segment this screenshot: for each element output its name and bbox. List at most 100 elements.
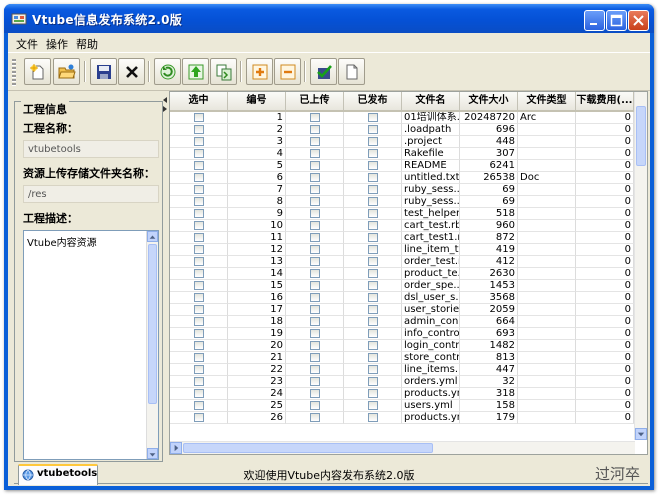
maximize-button[interactable] xyxy=(606,10,627,31)
select-checkbox[interactable] xyxy=(193,197,204,206)
published-checkbox[interactable] xyxy=(367,149,378,158)
uploaded-checkbox[interactable] xyxy=(309,293,320,302)
folder-name-field[interactable]: /res xyxy=(23,185,159,203)
table-hscroll-thumb[interactable] xyxy=(183,443,433,453)
scroll-down-button[interactable] xyxy=(147,448,158,459)
uploaded-checkbox[interactable] xyxy=(309,341,320,350)
uploaded-checkbox[interactable] xyxy=(309,401,320,410)
select-checkbox[interactable] xyxy=(193,269,204,278)
published-checkbox[interactable] xyxy=(367,401,378,410)
select-checkbox[interactable] xyxy=(193,209,204,218)
uploaded-checkbox[interactable] xyxy=(309,281,320,290)
select-checkbox[interactable] xyxy=(193,221,204,230)
project-name-field[interactable]: vtubetools xyxy=(23,140,159,158)
published-checkbox[interactable] xyxy=(367,257,378,266)
select-checkbox[interactable] xyxy=(193,173,204,182)
table-scroll-right-button[interactable] xyxy=(170,442,182,454)
select-checkbox[interactable] xyxy=(193,329,204,338)
uploaded-checkbox[interactable] xyxy=(309,149,320,158)
published-checkbox[interactable] xyxy=(367,269,378,278)
select-checkbox[interactable] xyxy=(193,161,204,170)
table-scroll-down-button[interactable] xyxy=(635,428,647,440)
remove-button[interactable] xyxy=(274,58,301,85)
uploaded-checkbox[interactable] xyxy=(309,197,320,206)
uploaded-checkbox[interactable] xyxy=(309,317,320,326)
select-checkbox[interactable] xyxy=(193,149,204,158)
published-checkbox[interactable] xyxy=(367,281,378,290)
select-checkbox[interactable] xyxy=(193,125,204,134)
project-desc-textarea[interactable]: Vtube内容资源 xyxy=(23,230,159,460)
uploaded-checkbox[interactable] xyxy=(309,221,320,230)
select-checkbox[interactable] xyxy=(193,377,204,386)
uploaded-checkbox[interactable] xyxy=(309,233,320,242)
toolbar-grip[interactable] xyxy=(12,59,16,86)
published-checkbox[interactable] xyxy=(367,125,378,134)
column-header[interactable]: 文件名 xyxy=(402,92,460,112)
title-bar[interactable]: Vtube信息发布系统2.0版 xyxy=(4,4,654,33)
published-checkbox[interactable] xyxy=(367,137,378,146)
select-checkbox[interactable] xyxy=(193,341,204,350)
scroll-up-button[interactable] xyxy=(147,231,158,242)
published-checkbox[interactable] xyxy=(367,173,378,182)
select-checkbox[interactable] xyxy=(193,305,204,314)
select-checkbox[interactable] xyxy=(193,365,204,374)
published-checkbox[interactable] xyxy=(367,293,378,302)
published-checkbox[interactable] xyxy=(367,329,378,338)
uploaded-checkbox[interactable] xyxy=(309,353,320,362)
uploaded-checkbox[interactable] xyxy=(309,329,320,338)
published-checkbox[interactable] xyxy=(367,113,378,122)
published-checkbox[interactable] xyxy=(367,389,378,398)
published-checkbox[interactable] xyxy=(367,209,378,218)
upload-button[interactable] xyxy=(182,58,209,85)
select-checkbox[interactable] xyxy=(193,293,204,302)
select-checkbox[interactable] xyxy=(193,245,204,254)
open-folder-button[interactable] xyxy=(53,58,80,85)
published-checkbox[interactable] xyxy=(367,365,378,374)
check-button[interactable] xyxy=(310,58,337,85)
select-checkbox[interactable] xyxy=(193,281,204,290)
uploaded-checkbox[interactable] xyxy=(309,185,320,194)
uploaded-checkbox[interactable] xyxy=(309,113,320,122)
uploaded-checkbox[interactable] xyxy=(309,137,320,146)
split-pane-divider[interactable] xyxy=(161,95,169,115)
menu-file[interactable]: 文件 xyxy=(16,36,38,52)
published-checkbox[interactable] xyxy=(367,233,378,242)
select-checkbox[interactable] xyxy=(193,413,204,422)
select-checkbox[interactable] xyxy=(193,389,204,398)
column-header[interactable]: 已上传 xyxy=(286,92,344,112)
uploaded-checkbox[interactable] xyxy=(309,173,320,182)
column-header[interactable]: 选中 xyxy=(170,92,228,112)
table-vscroll-thumb[interactable] xyxy=(636,106,646,166)
menu-operate[interactable]: 操作 xyxy=(46,36,68,52)
minimize-button[interactable] xyxy=(584,10,605,31)
uploaded-checkbox[interactable] xyxy=(309,389,320,398)
add-button[interactable] xyxy=(246,58,273,85)
select-checkbox[interactable] xyxy=(193,233,204,242)
select-checkbox[interactable] xyxy=(193,113,204,122)
table-vertical-scrollbar[interactable] xyxy=(634,92,647,440)
column-header[interactable]: 文件类型 xyxy=(518,92,576,112)
published-checkbox[interactable] xyxy=(367,353,378,362)
published-checkbox[interactable] xyxy=(367,185,378,194)
column-header[interactable]: 编号 xyxy=(228,92,286,112)
uploaded-checkbox[interactable] xyxy=(309,413,320,422)
table-horizontal-scrollbar[interactable] xyxy=(170,441,635,454)
uploaded-checkbox[interactable] xyxy=(309,365,320,374)
uploaded-checkbox[interactable] xyxy=(309,257,320,266)
published-checkbox[interactable] xyxy=(367,197,378,206)
published-checkbox[interactable] xyxy=(367,317,378,326)
menu-help[interactable]: 帮助 xyxy=(76,36,98,52)
select-checkbox[interactable] xyxy=(193,353,204,362)
select-checkbox[interactable] xyxy=(193,401,204,410)
copy-button[interactable] xyxy=(210,58,237,85)
delete-button[interactable] xyxy=(118,58,145,85)
published-checkbox[interactable] xyxy=(367,377,378,386)
select-checkbox[interactable] xyxy=(193,257,204,266)
published-checkbox[interactable] xyxy=(367,221,378,230)
uploaded-checkbox[interactable] xyxy=(309,125,320,134)
close-button[interactable] xyxy=(628,10,649,31)
save-button[interactable] xyxy=(90,58,117,85)
column-header[interactable]: 文件大小 xyxy=(460,92,518,112)
uploaded-checkbox[interactable] xyxy=(309,161,320,170)
new-project-button[interactable] xyxy=(24,58,51,85)
